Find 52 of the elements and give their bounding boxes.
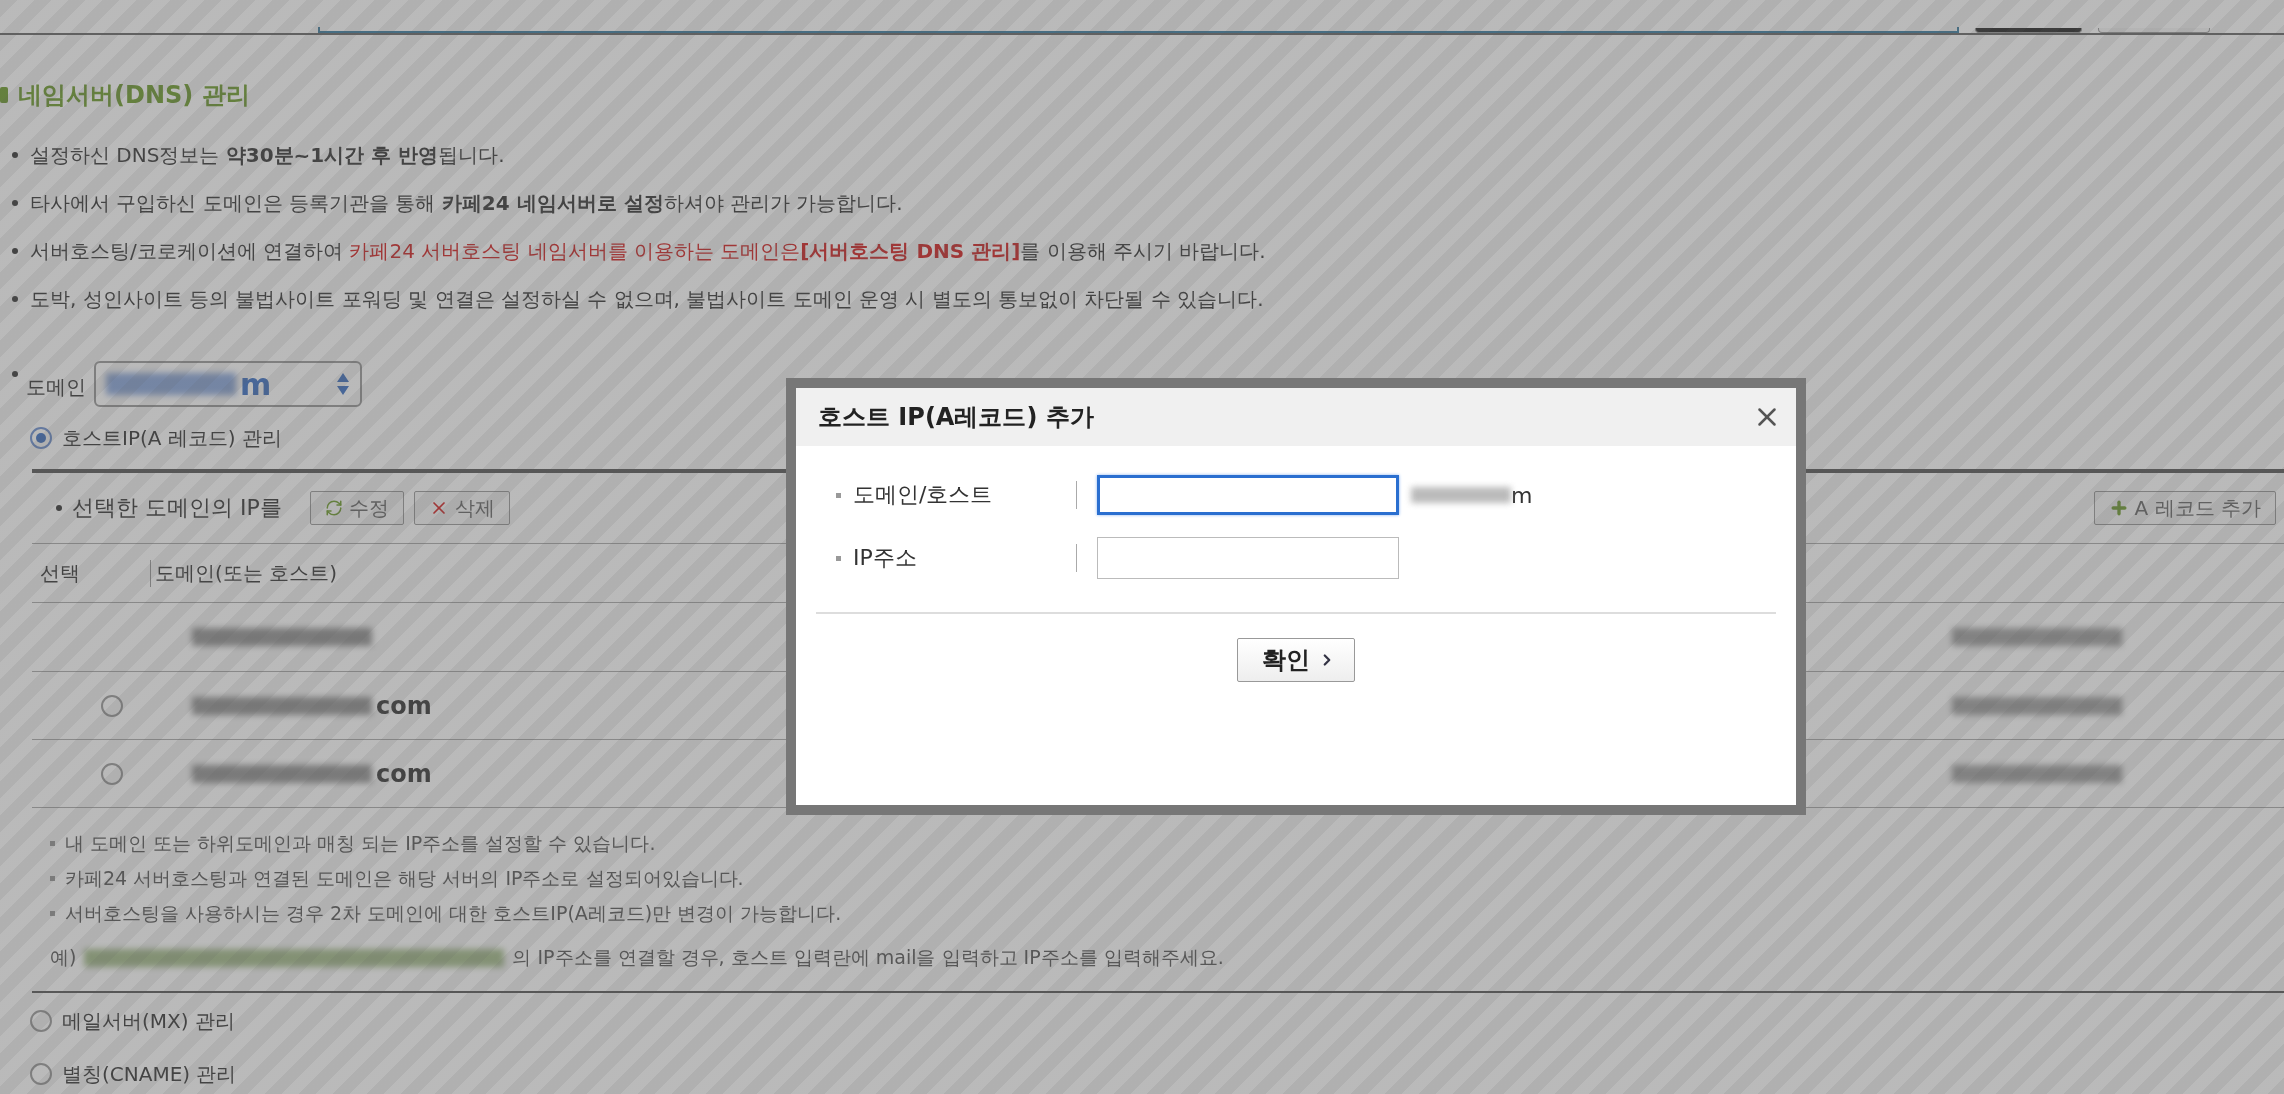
bullet-icon: [50, 841, 55, 846]
button[interactable]: [2098, 28, 2210, 33]
bullet-icon: [836, 555, 841, 561]
bullet-icon: [12, 296, 18, 302]
add-record-button[interactable]: A 레코드 추가: [2093, 491, 2276, 525]
radio-button[interactable]: [30, 1010, 52, 1032]
radio-button[interactable]: [30, 427, 52, 449]
host-text: com: [376, 759, 432, 788]
note-text: 내 도메인 또는 하위도메인과 매칭 되는 IP주소를 설정할 수 있습니다.: [65, 830, 656, 856]
bullet-icon: [50, 876, 55, 881]
bullet-icon: [12, 371, 18, 377]
dialog-title: 호스트 IP(A레코드) 추가: [818, 402, 1094, 433]
radio-button[interactable]: [30, 1063, 52, 1085]
button[interactable]: [1975, 28, 2082, 33]
input-field[interactable]: [1097, 475, 1399, 515]
radio-label: 호스트IP(A 레코드) 관리: [62, 424, 282, 452]
input-field[interactable]: [318, 27, 1959, 33]
notice-text: 타사에서 구입하신 도메인은 등록기관을 통해 카페24 네임서버로 설정하셔야 관리가 가능합니다.: [30, 189, 903, 217]
column-header: 선택: [40, 559, 80, 587]
notice-text: 설정하신 DNS정보는 약30분~1시간 후 반영됩니다.: [30, 141, 505, 169]
notice-text: 서버호스팅/코로케이션에 연결하여 카페24 서버호스팅 네임서버를 이용하는 도메인은[서버호스팅 DNS 관리]를 이용해 주시기 바랍니다.: [30, 237, 1266, 265]
field-label: 도메인/호스트: [853, 481, 993, 509]
confirm-button[interactable]: 확인: [1237, 638, 1355, 682]
input-field[interactable]: [1097, 537, 1399, 579]
radio-label: 별칭(CNAME) 관리: [62, 1060, 237, 1088]
section-title: 네임서버(DNS) 관리: [18, 80, 250, 111]
radio-button[interactable]: [101, 694, 123, 717]
example-prefix: 예): [50, 945, 77, 970]
radio-label: 메일서버(MX) 관리: [62, 1007, 235, 1035]
refresh-icon: [324, 499, 343, 517]
note-text: 카페24 서버호스팅과 연결된 도메인은 해당 서버의 IP주소로 설정되어있습니다.: [65, 865, 744, 891]
example-text: 의 IP주소를 연결할 경우, 호스트 입력란에 mail을 입력하고 IP주소를 입력해주세요.: [512, 945, 1224, 970]
column-header: 도메인(또는 호스트): [155, 559, 337, 587]
field-label: IP주소: [853, 544, 917, 572]
delete-button[interactable]: 삭제: [413, 491, 510, 525]
section-marker-icon: [0, 87, 8, 103]
domain-label: 도메인: [26, 374, 86, 401]
toolbar-label: 선택한 도메인의 IP를: [72, 494, 282, 522]
edit-button[interactable]: 수정: [309, 491, 404, 525]
bullet-icon: [12, 152, 18, 158]
radio-button[interactable]: [101, 762, 123, 785]
bullet-icon: [836, 492, 841, 498]
domain-suffix: m: [1511, 482, 1533, 508]
bullet-icon: [50, 911, 55, 916]
bullet-icon: [12, 248, 18, 254]
note-text: 서버호스팅을 사용하시는 경우 2차 도메인에 대한 호스트IP(A레코드)만 변경이 가능합니다.: [65, 900, 842, 926]
bullet-icon: [56, 505, 62, 511]
host-text: com: [376, 691, 432, 720]
bullet-icon: [12, 200, 18, 206]
domain-select[interactable]: m: [94, 361, 362, 407]
notice-text: 도박, 성인사이트 등의 불법사이트 포워딩 및 연결은 설정하실 수 없으며, 불법사이트 도메인 운영 시 별도의 통보없이 차단될 수 있습니다.: [30, 285, 1264, 313]
up-down-arrows-icon: [336, 372, 350, 396]
